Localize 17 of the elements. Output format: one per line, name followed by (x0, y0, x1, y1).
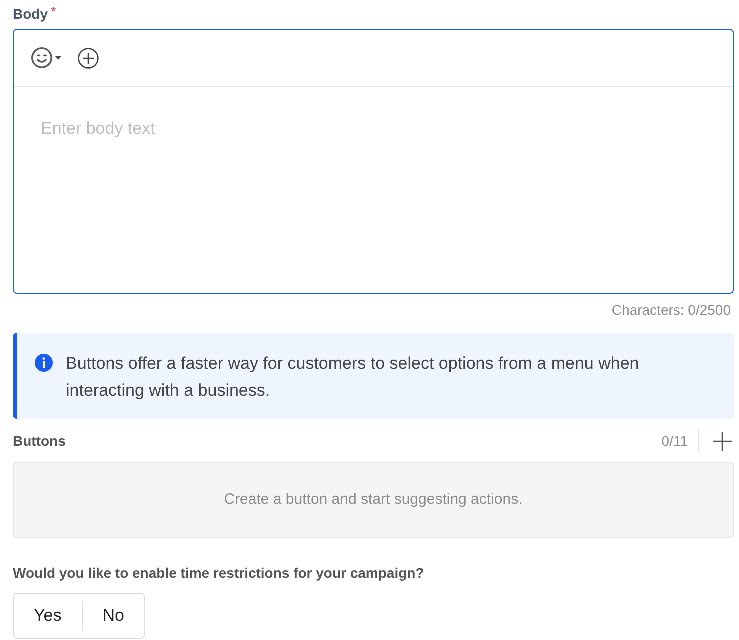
info-icon (35, 354, 53, 372)
section-label: Buttons (13, 432, 67, 450)
button-count: 0/11 (662, 432, 688, 450)
add-circle-icon (78, 48, 99, 68)
smiley-icon (31, 47, 53, 69)
empty-state-text: Create a button and start suggesting actions. (224, 490, 523, 510)
info-text: Buttons offer a faster way for customers to select options from a menu when interacting with a business. (66, 353, 640, 402)
body-editor[interactable]: Enter body text (13, 29, 734, 294)
add-button[interactable] (78, 48, 99, 68)
field-label: Body (13, 5, 48, 23)
plus-icon (712, 432, 732, 450)
add-button[interactable] (712, 431, 732, 451)
caret-icon (55, 56, 62, 60)
character-counter: Characters: 0/2500 (612, 301, 731, 319)
question-label: Would you like to enable time restrictions for your campaign? (13, 565, 424, 581)
required-mark: * (51, 5, 56, 19)
body-text-field[interactable]: Enter body text (14, 87, 733, 293)
